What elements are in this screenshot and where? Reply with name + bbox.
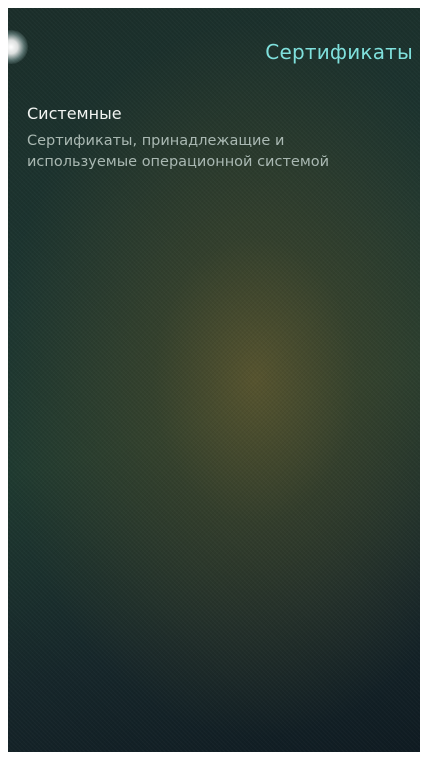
list-item-description: Сертификаты, принадлежащие и используемы…	[27, 131, 407, 173]
app-screen: Сертификаты Системные Сертификаты, прина…	[8, 8, 420, 752]
list-item-title: Системные	[27, 104, 122, 123]
pulley-menu-indicator-icon[interactable]	[8, 30, 28, 64]
list-item-description-line1: Сертификаты, принадлежащие и	[27, 133, 285, 149]
list-item-system-certificates[interactable]: Системные Сертификаты, принадлежащие и и…	[27, 104, 407, 173]
list-item-description-line2: используемые операционной системой	[27, 154, 330, 170]
page-title: Сертификаты	[265, 40, 413, 64]
